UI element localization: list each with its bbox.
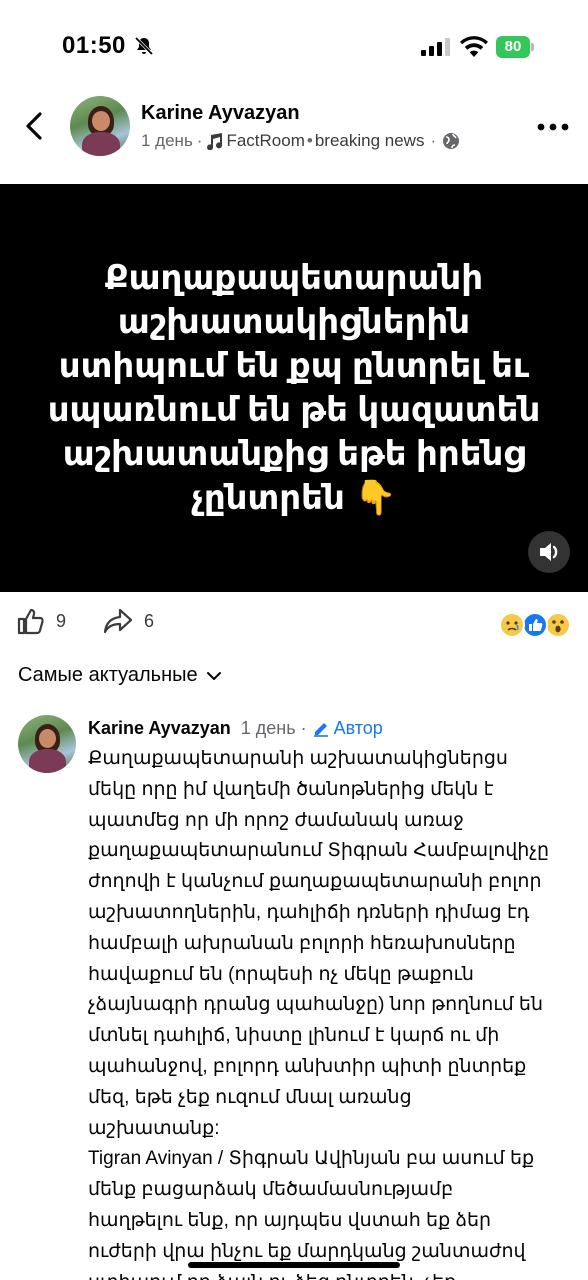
comment-line: մտնել դահլիճ, նիստը լինում է կարճ ու մի	[88, 1025, 500, 1047]
comment-line: աշխատողներին, դահլիճի դռների դիմաց էդ	[88, 901, 530, 923]
post-meta: 1 день · FactRoom • breaking news ·	[141, 131, 460, 151]
author-badge: Автор	[312, 718, 383, 739]
comment-line: Tigran Avinyan / Տիգրան Ավինյան բա ասում…	[88, 1148, 535, 1170]
post-header: Karine Ayvazyan 1 день · FactRoom • brea…	[0, 96, 588, 160]
globe-icon	[443, 133, 460, 149]
comment-line: ստիպում որ ձայն ու ձեզ ընտրեն, չեք	[88, 1268, 568, 1280]
comment-line: չձայնագրի դրանց պահանջը) նոր թողնում են	[88, 994, 543, 1016]
like-count: 9	[56, 610, 67, 631]
chevron-down-icon	[206, 671, 221, 680]
wow-reaction-icon	[545, 612, 571, 638]
comment-body: Քաղաքապետարանի աշխատակիցներցս մեկը որը ի…	[88, 744, 568, 1280]
home-indicator[interactable]	[188, 1262, 400, 1268]
cellular-signal-icon	[421, 38, 450, 56]
comment-line: մեկը որը իմ վաղեմի ծանոթներից մեկն է	[88, 778, 494, 800]
share-count: 6	[144, 610, 155, 631]
like-reaction-icon	[522, 612, 548, 638]
speaker-icon	[540, 543, 558, 561]
author-avatar[interactable]	[70, 96, 130, 156]
comment-author[interactable]: Karine Ayvazyan	[88, 718, 231, 739]
audio-source[interactable]: FactRoom	[226, 131, 304, 151]
back-button[interactable]	[20, 108, 50, 144]
post-actions: 9 6	[0, 604, 588, 648]
comment-line: հավաքում են (որպեսի ոչ մեկը թաքուն	[88, 963, 474, 985]
commenter-avatar[interactable]	[18, 715, 76, 773]
sort-label: Самые актуальные	[18, 664, 198, 686]
thumbs-up-icon	[17, 608, 44, 635]
comment-line: պահանջով, բոլորդ անխտիր պիտի ընտրեք	[88, 1055, 527, 1077]
status-time: 01:50	[62, 32, 126, 59]
share-button[interactable]: 6	[102, 606, 154, 636]
comment-line: աշխատանք:	[88, 1117, 220, 1139]
comment-line: մենք բացարձակ մեծամասնությամբ	[88, 1179, 454, 1201]
comment-time: 1 день	[240, 718, 296, 738]
comment-line: Քաղաքապետարանի աշխատակիցներցս	[88, 748, 508, 769]
sound-toggle-button[interactable]	[528, 531, 570, 573]
music-note-icon	[207, 132, 223, 150]
comment-line: պատմեց որ մի որոշ ժամանակ առաջ	[88, 809, 464, 831]
comment-sort-dropdown[interactable]: Самые актуальные	[18, 664, 222, 687]
like-button[interactable]: 9	[16, 606, 66, 636]
reaction-summary[interactable]	[499, 612, 573, 640]
sad-reaction-icon	[499, 612, 525, 638]
battery-icon: 80	[496, 36, 534, 58]
wifi-icon	[460, 36, 488, 57]
comment-line: համբալի ախրանան բոլորի հեռախոսները	[88, 932, 516, 954]
bell-off-icon	[134, 36, 154, 56]
comment-header: Karine Ayvazyan 1 день · Автор	[88, 718, 383, 739]
share-arrow-icon	[103, 608, 133, 634]
comment-line: քաղաքապետարանում Տիգրան Համբալովիչը	[88, 840, 550, 862]
comment-line: ժողովի է կանչում քաղաքապետարանի բոլոր	[88, 871, 542, 893]
battery-level: 80	[496, 36, 530, 58]
video-caption: Քաղաքապետարանի աշխատակիցներին ստիպում են…	[47, 259, 541, 517]
post-time: 1 день	[141, 131, 193, 150]
comment-line: հաղթելու ենք, որ այդպես վստահ եք ձեր	[88, 1209, 492, 1231]
status-bar: 01:50 80	[0, 0, 588, 96]
author-badge-label: Автор	[333, 718, 383, 738]
author-name[interactable]: Karine Ayvazyan	[141, 102, 300, 125]
pencil-icon	[313, 722, 328, 737]
comment-line: մեզ, եթե չեք ուզում մնալ առանց	[88, 1086, 412, 1108]
audio-track[interactable]: breaking news	[315, 131, 425, 151]
more-options-button[interactable]	[536, 122, 570, 132]
video-player[interactable]: Քաղաքապետարանի աշխատակիցներին ստիպում են…	[0, 184, 588, 592]
